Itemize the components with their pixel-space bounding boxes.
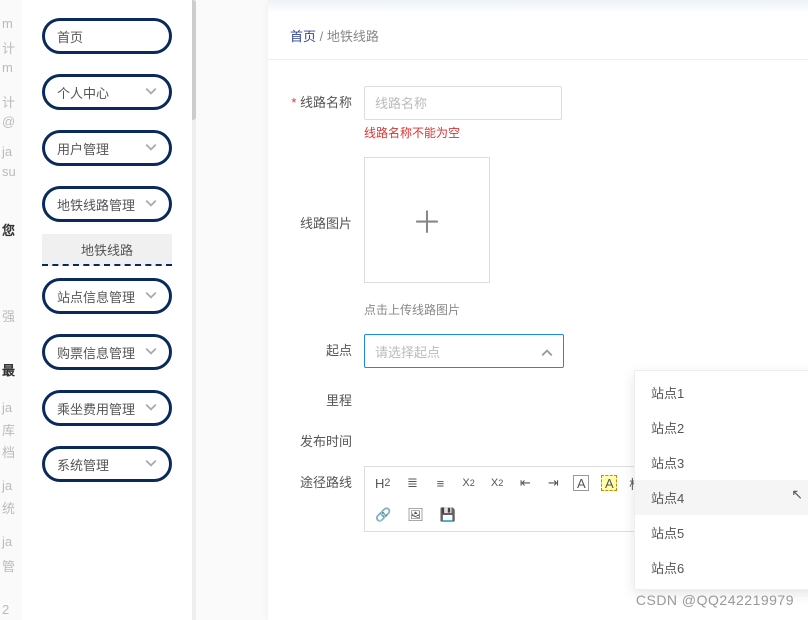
dropdown-option[interactable]: 站点3 (635, 445, 808, 480)
dropdown-option[interactable]: 站点6 (635, 550, 808, 585)
superscript-button[interactable]: X2 (489, 475, 505, 491)
chevron-up-icon (541, 344, 553, 359)
outdent-button[interactable]: ⇥ (545, 473, 561, 493)
breadcrumb-sep: / (320, 29, 324, 44)
cursor-icon: ↖ (791, 486, 803, 503)
dropdown-option[interactable]: 站点1 (635, 375, 808, 410)
label-line-image: 线路图片 (268, 157, 364, 232)
sidebar: 首页 个人中心 用户管理 地铁线路管理 地铁线路 站点信息管理 购票信息管理 乘… (22, 0, 192, 620)
start-select[interactable]: 请选择起点 (364, 334, 564, 368)
subscript-button[interactable]: X2 (460, 475, 476, 491)
ordered-list-button[interactable]: ≣ (404, 473, 420, 493)
chevron-down-icon (145, 289, 157, 304)
sidebar-item-line-mgmt[interactable]: 地铁线路管理 (42, 186, 172, 222)
chevron-down-icon (145, 197, 157, 212)
sidebar-item-home[interactable]: 首页 (42, 18, 172, 54)
chevron-down-icon (145, 401, 157, 416)
dropdown-option[interactable]: 站点5 (635, 515, 808, 550)
label-route: 途径路线 (268, 466, 364, 491)
breadcrumb-current: 地铁线路 (327, 29, 379, 44)
unordered-list-button[interactable]: ≡ (432, 474, 448, 493)
sidebar-item-label: 购票信息管理 (57, 343, 135, 362)
sidebar-item-label: 乘坐费用管理 (57, 399, 135, 418)
label-publish-time: 发布时间 (268, 425, 364, 450)
label-mileage: 里程 (268, 384, 364, 409)
sidebar-subitem-line[interactable]: 地铁线路 (42, 234, 172, 266)
image-button[interactable]: 🖼 (405, 505, 426, 525)
sidebar-item-label: 系统管理 (57, 455, 109, 474)
sidebar-item-label: 用户管理 (57, 139, 109, 158)
sidebar-item-ticket-mgmt[interactable]: 购票信息管理 (42, 334, 172, 370)
image-upload-box[interactable]: ＋ (364, 157, 490, 283)
chevron-down-icon (145, 85, 157, 100)
start-dropdown: 站点1 站点2 站点3 站点4 ↖ 站点5 站点6 (634, 370, 808, 590)
link-button[interactable]: 🔗 (373, 505, 393, 525)
indent-button[interactable]: ⇤ (517, 473, 533, 493)
sidebar-item-fare-mgmt[interactable]: 乘坐费用管理 (42, 390, 172, 426)
start-placeholder: 请选择起点 (375, 342, 440, 361)
sidebar-item-user-mgmt[interactable]: 用户管理 (42, 130, 172, 166)
sidebar-item-label: 首页 (57, 27, 83, 46)
sidebar-subitem-label: 地铁线路 (81, 240, 133, 259)
sidebar-item-label: 站点信息管理 (57, 287, 135, 306)
chevron-down-icon (145, 457, 157, 472)
label-start: 起点 (268, 334, 364, 359)
highlight-button[interactable]: A (601, 475, 617, 491)
line-name-error: 线路名称不能为空 (364, 124, 808, 141)
sidebar-item-profile[interactable]: 个人中心 (42, 74, 172, 110)
sidebar-item-label: 地铁线路管理 (57, 195, 135, 214)
watermark: CSDN @QQ242219979 (636, 592, 794, 608)
label-line-name: 线路名称 (268, 86, 364, 111)
chevron-down-icon (145, 141, 157, 156)
save-button[interactable]: 💾 (438, 505, 458, 525)
line-name-input[interactable] (364, 86, 562, 120)
breadcrumb: 首页 / 地铁线路 (268, 14, 808, 60)
dropdown-option-hover[interactable]: 站点4 ↖ (635, 480, 808, 515)
heading2-button[interactable]: H2 (373, 474, 392, 493)
breadcrumb-home[interactable]: 首页 (290, 29, 316, 44)
chevron-down-icon (145, 345, 157, 360)
sidebar-item-label: 个人中心 (57, 83, 109, 102)
main-panel: 首页 / 地铁线路 线路名称 线路名称不能为空 线路图片 ＋ 点击上传线路图片 … (268, 0, 808, 620)
dropdown-option[interactable]: 站点2 (635, 410, 808, 445)
sidebar-item-system-mgmt[interactable]: 系统管理 (42, 446, 172, 482)
upload-hint: 点击上传线路图片 (364, 303, 460, 317)
header-fade (268, 0, 808, 14)
plus-icon: ＋ (412, 198, 442, 242)
sidebar-item-station-mgmt[interactable]: 站点信息管理 (42, 278, 172, 314)
text-color-button[interactable]: A (573, 475, 589, 491)
